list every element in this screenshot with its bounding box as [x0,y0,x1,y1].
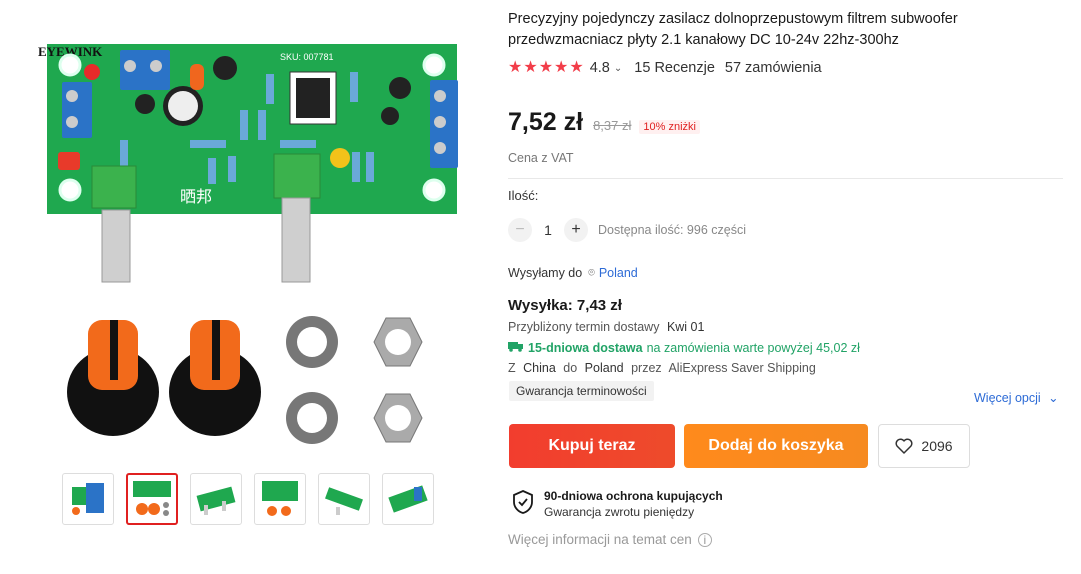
chevron-down-icon: ⌄ [1048,391,1059,405]
route-to-label: do [563,361,578,375]
fast-delivery-row: 15-dniowa dostawa na zamówienia warte po… [508,340,864,355]
original-price: 8,37 zł [593,118,632,133]
delivery-estimate: Przybliżony termin dostawy Kwi 01 [508,320,708,334]
star-rating: ★ ★ ★ ★ ★ [508,60,584,76]
more-options-link[interactable]: Więcej opcji ⌄ [974,390,1059,405]
divider [508,178,1063,179]
more-info-label: Więcej informacji na temat cen [508,532,692,547]
star-icon: ★ [554,59,569,76]
location-pin-icon: ⌾ [588,266,595,279]
shipping-route: Z China do Poland przez AliExpress Saver… [508,361,820,375]
rating-row: ★ ★ ★ ★ ★ 4.8 ⌄ 15 Recenzje 57 zamówieni… [508,60,822,77]
delivery-eta-label: Przybliżony termin dostawy [508,320,660,334]
thumbnail-5[interactable] [318,473,370,525]
wishlist-count: 2096 [921,438,953,454]
thumbnail-3[interactable] [190,473,242,525]
fast-delivery-title: 15-dniowa dostawa [528,340,643,355]
discount-badge: 10% zniżki [639,120,700,134]
shipping-cost: Wysyłka: 7,43 zł [508,297,622,314]
route-from-label: Z [508,361,516,375]
quantity-decrease-button[interactable]: − [508,218,532,242]
knob-right [169,320,261,436]
star-icon: ★ [569,59,584,76]
shield-check-icon [512,489,534,519]
fast-delivery-condition: na zamówienia warte powyżej 45,02 zł [646,340,860,355]
route-from: China [523,361,556,375]
ship-to-label: Wysyłamy do [508,266,583,280]
info-icon: i [697,532,712,547]
thumbnail-1[interactable] [62,473,114,525]
rating-value[interactable]: 4.8 [590,60,610,76]
ship-to-country[interactable]: Poland [599,266,638,280]
thumbnail-2[interactable] [126,473,178,525]
product-title: Precyzyjny pojedynczy zasilacz dolnoprze… [508,11,958,48]
protection-subtitle: Gwarancja zwrotu pieniędzy [544,505,695,519]
route-via-label: przez [631,361,662,375]
protection-title: 90-dniowa ochrona kupujących [544,489,723,503]
current-price: 7,52 zł [508,108,584,136]
thumbnail-6[interactable] [382,473,434,525]
product-image-illustration: EYEWINK SKU: 007781 晒邦 [38,44,458,444]
more-options-label: Więcej opcji [974,391,1041,405]
chevron-down-icon[interactable]: ⌄ [614,63,622,74]
add-to-cart-button[interactable]: Dodaj do koszyka [684,424,868,468]
available-quantity: Dostępna ilość: 996 części [598,223,746,237]
heart-icon [895,438,913,454]
quantity-stepper: − 1 + Dostępna ilość: 996 części [508,218,746,242]
thumbnail-strip [62,473,434,525]
star-icon: ★ [523,59,538,76]
sku-label: SKU: 007781 [280,52,334,62]
vat-note: Cena z VAT [508,151,574,165]
delivery-guarantee-badge[interactable]: Gwarancja terminowości [509,381,654,401]
star-icon: ★ [508,59,523,76]
price-row: 7,52 zł 8,37 zł 10% zniżki [508,108,700,137]
delivery-eta-value: Kwi 01 [666,320,705,334]
reviews-link[interactable]: 15 Recenzje [634,60,715,76]
quantity-label: Ilość: [508,188,539,203]
thumbnail-4[interactable] [254,473,306,525]
quantity-value[interactable]: 1 [532,222,564,238]
truck-icon [508,340,524,355]
shipping-method: AliExpress Saver Shipping [668,361,816,375]
wishlist-button[interactable]: 2096 [878,424,970,468]
route-to: Poland [584,361,624,375]
star-icon: ★ [538,59,554,76]
knob-left [67,320,159,436]
buyer-protection: 90-dniowa ochrona kupujących Gwarancja z… [512,488,723,520]
ship-to-row: Wysyłamy do ⌾ Poland [508,266,638,280]
more-price-info-link[interactable]: Więcej informacji na temat cen i [508,532,712,547]
quantity-increase-button[interactable]: + [564,218,588,242]
product-main-image[interactable]: EYEWINK SKU: 007781 晒邦 [30,20,470,460]
orders-count: 57 zamówienia [724,60,822,76]
brand-chinese: 晒邦 [180,187,212,206]
buy-now-button[interactable]: Kupuj teraz [509,424,675,468]
